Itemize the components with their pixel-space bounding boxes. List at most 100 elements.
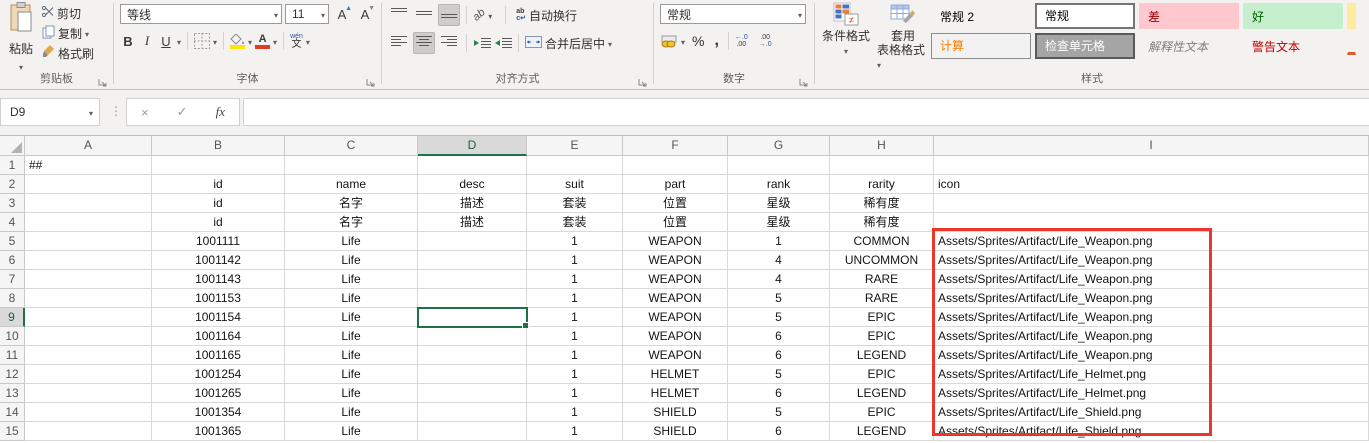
cell-I7[interactable]: Assets/Sprites/Artifact/Life_Weapon.png [934, 270, 1369, 289]
cell-E1[interactable] [527, 156, 623, 175]
cell-F1[interactable] [623, 156, 728, 175]
cell-C13[interactable]: Life [285, 384, 418, 403]
cell-style-bad[interactable]: 差 [1139, 3, 1239, 29]
accounting-format-button[interactable] [660, 35, 678, 48]
font-name-combo[interactable]: 等线 [120, 4, 282, 24]
cell-B2[interactable]: id [152, 175, 285, 194]
fill-color-button[interactable] [230, 34, 245, 49]
column-header-C[interactable]: C [285, 136, 418, 156]
align-bottom-button[interactable] [438, 4, 460, 26]
cell-E11[interactable]: 1 [527, 346, 623, 365]
column-header-E[interactable]: E [527, 136, 623, 156]
percent-style-button[interactable]: % [688, 33, 708, 49]
cell-B8[interactable]: 1001153 [152, 289, 285, 308]
underline-caret-icon[interactable] [177, 32, 181, 50]
cell-F10[interactable]: WEAPON [623, 327, 728, 346]
cell-B9[interactable]: 1001154 [152, 308, 285, 327]
select-all-corner[interactable] [0, 136, 25, 156]
increase-font-size-button[interactable]: A▲ [332, 7, 352, 22]
cell-B11[interactable]: 1001165 [152, 346, 285, 365]
paste-dropdown-caret-icon[interactable] [19, 57, 23, 75]
italic-button[interactable]: I [139, 33, 155, 49]
cell-D2[interactable]: desc [418, 175, 527, 194]
cell-F3[interactable]: 位置 [623, 194, 728, 213]
merge-center-caret-icon[interactable] [608, 36, 612, 50]
cell-C4[interactable]: 名字 [285, 213, 418, 232]
cell-I12[interactable]: Assets/Sprites/Artifact/Life_Helmet.png [934, 365, 1369, 384]
cell-C3[interactable]: 名字 [285, 194, 418, 213]
cell-D7[interactable] [418, 270, 527, 289]
cell-E9[interactable]: 1 [527, 308, 623, 327]
cell-A11[interactable] [25, 346, 152, 365]
paste-button[interactable]: 粘贴 [4, 2, 38, 64]
cell-F5[interactable]: WEAPON [623, 232, 728, 251]
align-left-button[interactable] [388, 32, 410, 54]
cell-I10[interactable]: Assets/Sprites/Artifact/Life_Weapon.png [934, 327, 1369, 346]
column-header-D[interactable]: D [418, 136, 527, 156]
increase-decimal-button[interactable]: ←.0 .00 [735, 34, 748, 48]
cell-I11[interactable]: Assets/Sprites/Artifact/Life_Weapon.png [934, 346, 1369, 365]
cell-D12[interactable] [418, 365, 527, 384]
cell-F2[interactable]: part [623, 175, 728, 194]
cell-E6[interactable]: 1 [527, 251, 623, 270]
cell-style-normal[interactable]: 常规 [1035, 3, 1135, 29]
cell-F9[interactable]: WEAPON [623, 308, 728, 327]
column-header-I[interactable]: I [934, 136, 1369, 156]
cell-style-explanatory-text[interactable]: 解释性文本 [1139, 33, 1239, 59]
cell-I13[interactable]: Assets/Sprites/Artifact/Life_Helmet.png [934, 384, 1369, 403]
row-header-2[interactable]: 2 [0, 175, 25, 194]
cell-style-edge-partial[interactable] [1347, 41, 1356, 55]
cell-F6[interactable]: WEAPON [623, 251, 728, 270]
cell-H8[interactable]: RARE [830, 289, 934, 308]
copy-button[interactable]: 复制 [42, 23, 94, 43]
borders-caret-icon[interactable] [213, 32, 217, 50]
font-dialog-launcher[interactable] [366, 75, 378, 87]
cell-D6[interactable] [418, 251, 527, 270]
cell-E14[interactable]: 1 [527, 403, 623, 422]
phonetic-guide-button[interactable]: wén 文 [290, 33, 303, 50]
cell-A5[interactable] [25, 232, 152, 251]
cell-G10[interactable]: 6 [728, 327, 830, 346]
cell-D13[interactable] [418, 384, 527, 403]
name-box[interactable]: D9 [0, 98, 100, 126]
cell-D8[interactable] [418, 289, 527, 308]
cell-A13[interactable] [25, 384, 152, 403]
cell-E12[interactable]: 1 [527, 365, 623, 384]
cell-G7[interactable]: 4 [728, 270, 830, 289]
column-header-F[interactable]: F [623, 136, 728, 156]
cell-B1[interactable] [152, 156, 285, 175]
cell-E5[interactable]: 1 [527, 232, 623, 251]
cell-B10[interactable]: 1001164 [152, 327, 285, 346]
cell-B15[interactable]: 1001365 [152, 422, 285, 441]
cell-G9[interactable]: 5 [728, 308, 830, 327]
cell-H12[interactable]: EPIC [830, 365, 934, 384]
cell-E8[interactable]: 1 [527, 289, 623, 308]
format-as-table-button[interactable]: 套用 表格格式 [877, 2, 929, 71]
cell-G13[interactable]: 6 [728, 384, 830, 403]
row-header-15[interactable]: 15 [0, 422, 25, 441]
column-header-H[interactable]: H [830, 136, 934, 156]
cell-B6[interactable]: 1001142 [152, 251, 285, 270]
cell-A10[interactable] [25, 327, 152, 346]
cell-F4[interactable]: 位置 [623, 213, 728, 232]
cell-H11[interactable]: LEGEND [830, 346, 934, 365]
cell-G6[interactable]: 4 [728, 251, 830, 270]
row-header-9[interactable]: 9 [0, 308, 25, 327]
cell-style-check-cell[interactable]: 检查单元格 [1035, 33, 1135, 59]
row-header-4[interactable]: 4 [0, 213, 25, 232]
cell-F15[interactable]: SHIELD [623, 422, 728, 441]
bold-button[interactable]: B [120, 34, 136, 49]
cell-D4[interactable]: 描述 [418, 213, 527, 232]
cell-H7[interactable]: RARE [830, 270, 934, 289]
cell-A2[interactable] [25, 175, 152, 194]
cell-G14[interactable]: 5 [728, 403, 830, 422]
underline-button[interactable]: U [158, 34, 174, 49]
row-header-1[interactable]: 1 [0, 156, 25, 175]
column-header-A[interactable]: A [25, 136, 152, 156]
row-header-7[interactable]: 7 [0, 270, 25, 289]
fill-color-caret-icon[interactable] [248, 32, 252, 50]
clipboard-dialog-launcher[interactable] [98, 75, 110, 87]
cell-B3[interactable]: id [152, 194, 285, 213]
cell-F8[interactable]: WEAPON [623, 289, 728, 308]
cell-D15[interactable] [418, 422, 527, 441]
